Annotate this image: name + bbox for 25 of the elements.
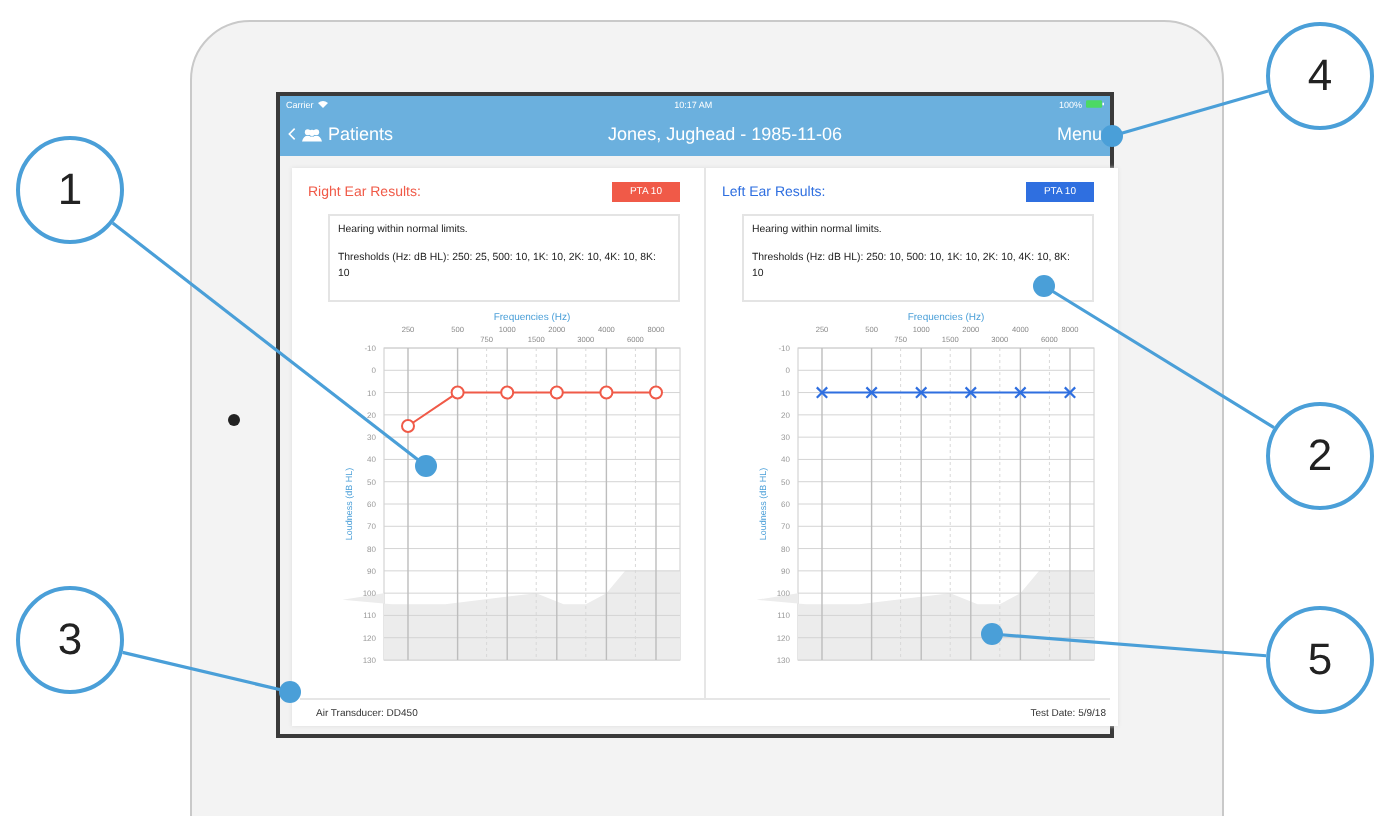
callout-number: 3 bbox=[16, 586, 124, 694]
threshold-point bbox=[964, 386, 978, 399]
threshold-point bbox=[1014, 386, 1027, 399]
wifi-icon bbox=[317, 100, 328, 108]
battery-icon bbox=[1085, 100, 1104, 108]
chevron-icon bbox=[288, 126, 296, 142]
callout-number: 1 bbox=[16, 136, 124, 244]
people-icon bbox=[302, 127, 322, 141]
threshold-point bbox=[500, 385, 515, 400]
threshold-point bbox=[815, 386, 829, 399]
threshold-point bbox=[1063, 386, 1077, 399]
callout-number: 5 bbox=[1266, 606, 1374, 714]
callout-number: 4 bbox=[1266, 22, 1374, 130]
threshold-point bbox=[599, 385, 614, 400]
back-button[interactable]: Patients bbox=[288, 124, 394, 144]
threshold-point bbox=[649, 385, 663, 400]
patient-title: Jones, Jughead - 1985-11-06 bbox=[608, 124, 842, 144]
threshold-point bbox=[549, 385, 564, 400]
callout-number: 2 bbox=[1266, 402, 1374, 510]
camera-icon bbox=[228, 414, 240, 426]
threshold-point bbox=[914, 386, 928, 399]
threshold-point bbox=[401, 419, 415, 433]
threshold-point bbox=[450, 385, 465, 400]
menu-button[interactable]: Menu bbox=[1056, 124, 1102, 144]
threshold-point bbox=[865, 386, 878, 399]
